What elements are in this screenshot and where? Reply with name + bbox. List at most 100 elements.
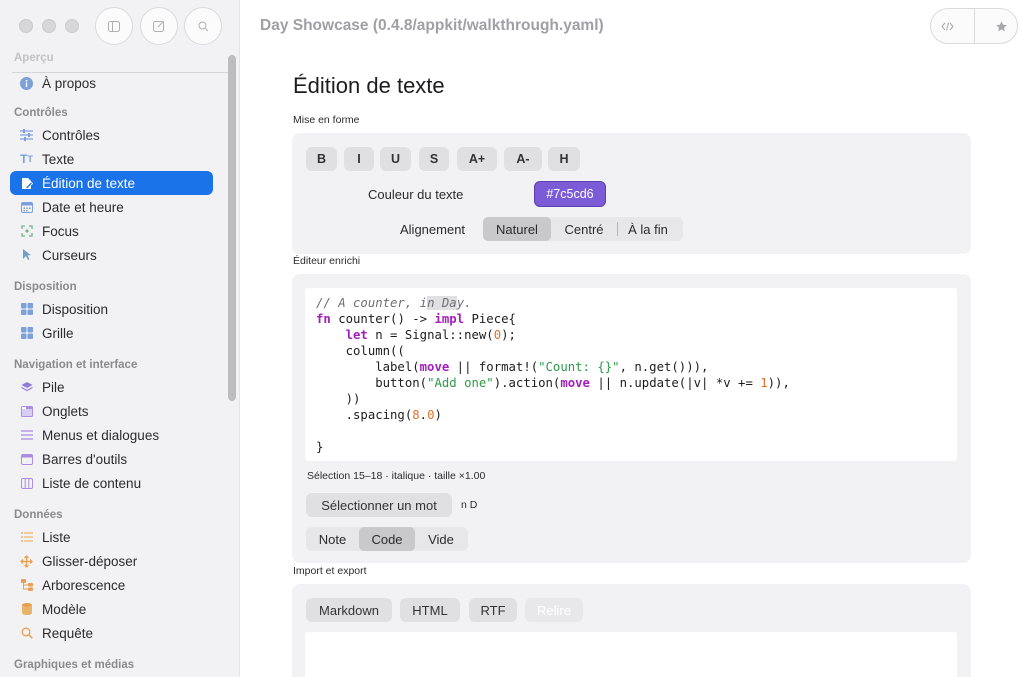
sidebar-item-label: Pile — [42, 379, 65, 395]
mode-empty-option[interactable]: Vide — [415, 527, 467, 551]
sidebar-scroll-thumb[interactable] — [228, 55, 236, 401]
decrease-size-button[interactable]: A- — [504, 147, 542, 171]
sidebar-item-label: Grille — [42, 325, 74, 341]
cursor-icon — [20, 249, 33, 262]
sidebar-item-barres-outils[interactable]: Barres d'outils — [10, 447, 213, 471]
align-natural-option[interactable]: Naturel — [483, 217, 551, 241]
sidebar-item-edition-de-texte[interactable]: Édition de texte — [10, 171, 213, 195]
close-window-button[interactable] — [19, 19, 33, 33]
sidebar-item-label: Requête — [42, 625, 94, 641]
underline-button[interactable]: U — [380, 147, 411, 171]
sidebar-item-curseurs[interactable]: Curseurs — [10, 243, 213, 267]
alignment-segmented-control: Naturel Centré À la fin — [483, 217, 683, 241]
sidebar-item-texte[interactable]: TT Texte — [10, 147, 213, 171]
sidebar-item-label: À propos — [42, 75, 97, 91]
zoom-window-button[interactable] — [65, 19, 79, 33]
sidebar-item-label: Focus — [42, 223, 79, 239]
sidebar-item-label: Glisser-déposer — [42, 553, 138, 569]
window-controls — [19, 19, 79, 33]
sidebar-scrollbar[interactable] — [228, 55, 236, 675]
sidebar-toggle-button[interactable] — [95, 7, 133, 45]
align-end-option[interactable]: À la fin — [618, 217, 678, 241]
favorite-button[interactable] — [996, 20, 1007, 32]
sidebar-item-focus[interactable]: Focus — [10, 219, 213, 243]
mode-code-option[interactable]: Code — [359, 527, 415, 551]
strikethrough-button[interactable]: S — [419, 147, 449, 171]
database-icon — [20, 603, 33, 616]
sidebar-item-liste[interactable]: Liste — [10, 525, 213, 549]
sidebar-item-label: Texte — [42, 151, 75, 167]
focus-icon — [20, 225, 33, 238]
text-color-label: Couleur du texte — [368, 187, 464, 202]
rich-text-editor[interactable]: // A counter, in Day. fn counter() -> im… — [305, 288, 957, 461]
toolbar-pill — [930, 8, 1018, 44]
sidebar-item-label: Liste — [42, 529, 71, 545]
sidebar-heading-donnees: Données — [14, 509, 63, 521]
search-icon — [20, 627, 33, 640]
export-html-button[interactable]: HTML — [400, 598, 460, 622]
sidebar-item-controles[interactable]: Contrôles — [10, 123, 213, 147]
info-icon — [20, 76, 33, 90]
edit-icon — [20, 177, 33, 190]
export-output-area[interactable] — [305, 632, 957, 677]
rich-editor-group-label: Éditeur enrichi — [293, 255, 361, 267]
editor-mode-segmented-control: Note Code Vide — [306, 527, 468, 551]
calendar-icon — [20, 201, 33, 214]
sidebar-item-requete[interactable]: Requête — [10, 621, 213, 645]
align-center-option[interactable]: Centré — [551, 217, 617, 241]
move-icon — [20, 554, 33, 568]
reload-button[interactable]: Relire — [525, 598, 583, 622]
export-rtf-button[interactable]: RTF — [469, 598, 517, 622]
sidebar-item-label: Liste de contenu — [42, 475, 142, 491]
search-icon — [198, 21, 208, 31]
sidebar: Aperçu À propos Contrôles Contrôles TT T… — [0, 0, 240, 677]
sidebar-item-arborescence[interactable]: Arborescence — [10, 573, 213, 597]
select-word-button[interactable]: Sélectionner un mot — [306, 493, 452, 517]
sidebar-divider — [12, 72, 235, 73]
sidebar-heading-controles: Contrôles — [14, 107, 68, 119]
mode-note-option[interactable]: Note — [306, 527, 359, 551]
sidebar-item-label: Menus et dialogues — [42, 427, 160, 443]
sidebar-item-label: Date et heure — [42, 199, 124, 215]
italic-button[interactable]: I — [344, 147, 374, 171]
layout-icon — [20, 303, 33, 316]
increase-size-button[interactable]: A+ — [457, 147, 497, 171]
sidebar-item-menus[interactable]: Menus et dialogues — [10, 423, 213, 447]
highlight-button[interactable]: H — [548, 147, 580, 171]
list-icon — [20, 531, 33, 544]
sidebar-item-liste-contenu[interactable]: Liste de contenu — [10, 471, 213, 495]
search-button[interactable] — [184, 7, 222, 45]
sidebar-item-modele[interactable]: Modèle — [10, 597, 213, 621]
stack-icon — [20, 381, 33, 394]
sidebar-item-onglets[interactable]: Onglets — [10, 399, 213, 423]
text-color-swatch[interactable]: #7c5cd6 — [534, 181, 606, 207]
sidebar-item-label: Édition de texte — [42, 175, 136, 191]
code-view-button[interactable] — [941, 21, 954, 31]
selection-status: Sélection 15–18 · italique · taille ×1.0… — [307, 470, 486, 482]
compose-button[interactable] — [140, 7, 178, 45]
sidebar-item-label: Onglets — [42, 403, 89, 419]
sidebar-icon — [108, 20, 120, 32]
shortcut-hint: n D — [461, 499, 478, 511]
sidebar-item-disposition[interactable]: Disposition — [10, 297, 213, 321]
sidebar-item-a-propos[interactable]: À propos — [10, 71, 213, 95]
sidebar-item-label: Curseurs — [42, 247, 97, 263]
window-title: Day Showcase (0.4.8/appkit/walkthrough.y… — [260, 17, 604, 34]
grid-icon — [20, 327, 33, 340]
sidebar-item-label: Barres d'outils — [42, 451, 128, 467]
sidebar-heading-disposition: Disposition — [14, 281, 77, 293]
minimize-window-button[interactable] — [42, 19, 56, 33]
sliders-icon — [20, 129, 33, 142]
sidebar-partial-heading: Aperçu — [14, 52, 54, 64]
sidebar-item-date-et-heure[interactable]: Date et heure — [10, 195, 213, 219]
bold-button[interactable]: B — [306, 147, 337, 171]
page-title: Édition de texte — [293, 73, 445, 98]
sidebar-item-pile[interactable]: Pile — [10, 375, 213, 399]
sidebar-item-grille[interactable]: Grille — [10, 321, 213, 345]
export-markdown-button[interactable]: Markdown — [306, 598, 392, 622]
format-group-label: Mise en forme — [293, 114, 360, 126]
tree-icon — [20, 579, 33, 592]
main-content: Édition de texte Mise en forme B I U S A… — [241, 54, 1024, 677]
sidebar-item-glisser-deposer[interactable]: Glisser-déposer — [10, 549, 213, 573]
import-export-group-label: Import et export — [293, 565, 367, 577]
